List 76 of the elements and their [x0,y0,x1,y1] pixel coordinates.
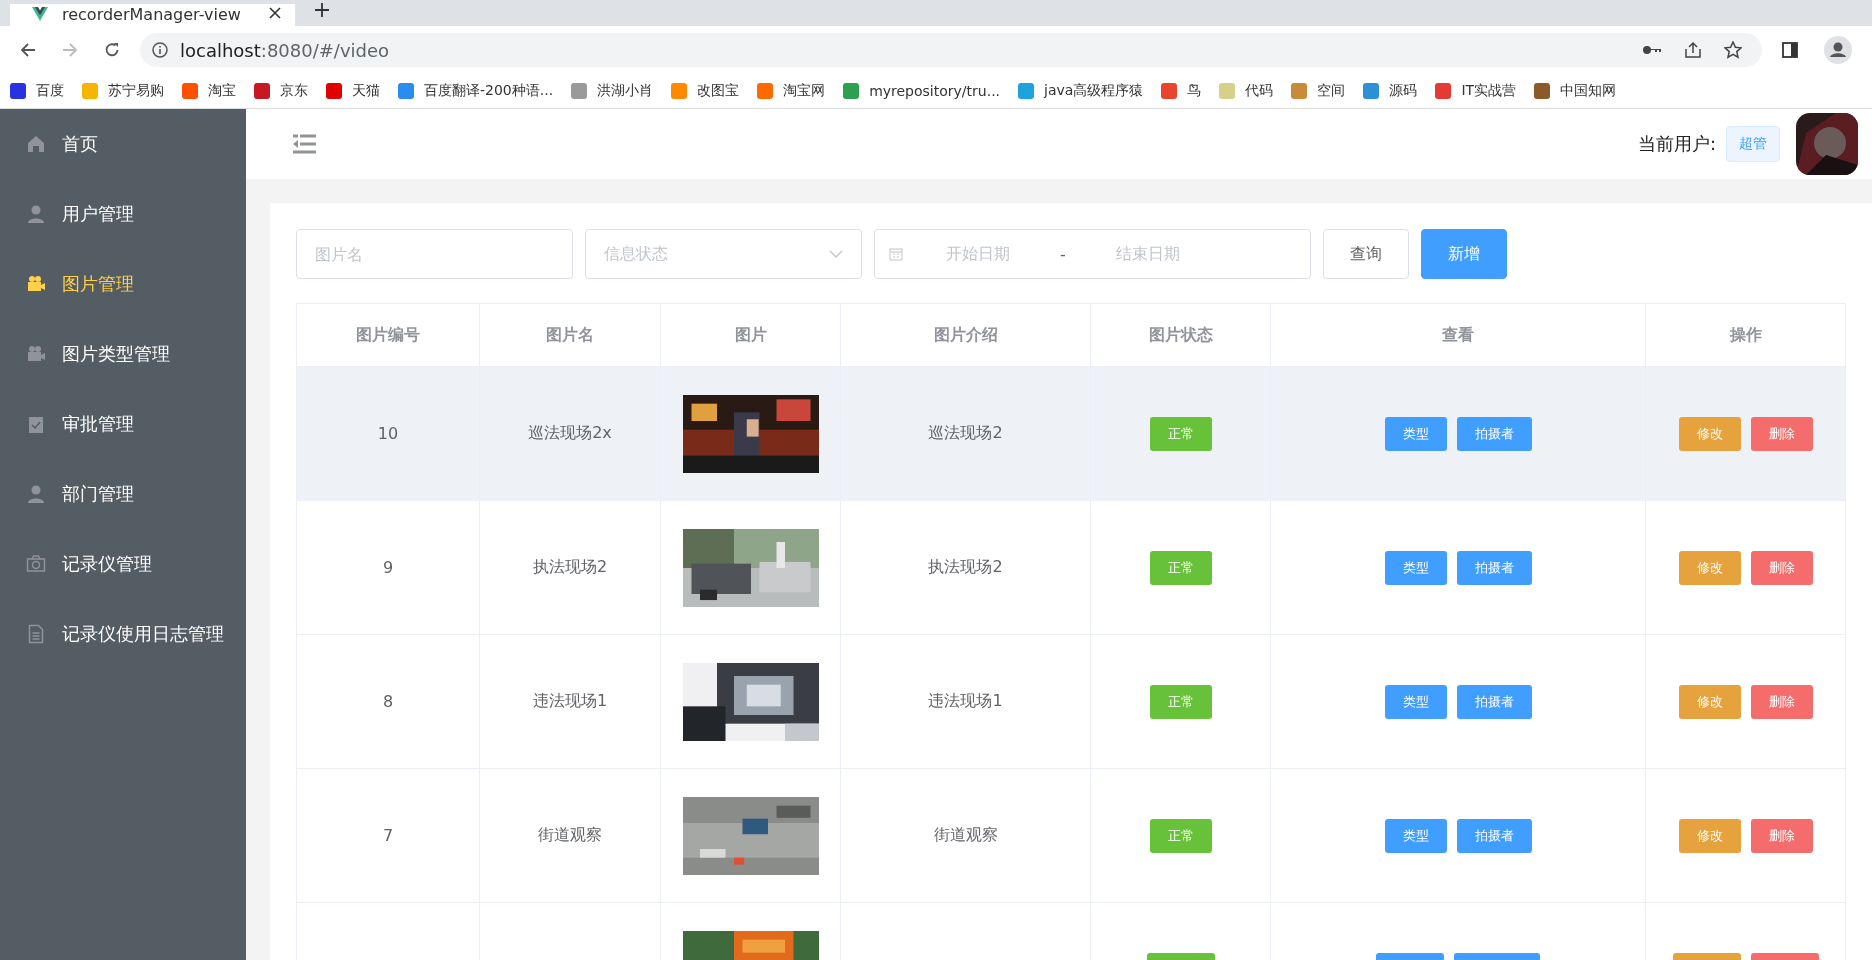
address-bar[interactable]: localhost:8080/#/video [140,33,1762,67]
table-cell: 10 [377,424,399,443]
close-icon[interactable] [269,7,281,19]
menu-icon[interactable] [292,134,316,154]
bookmark-item[interactable]: 京东 [254,82,308,100]
document-icon [26,624,46,644]
bookmark-item[interactable]: 洪湖小肖 [571,82,654,100]
bookmark-item[interactable]: 淘宝 [182,82,236,100]
bookmark-item[interactable]: 天猫 [326,82,380,100]
photo-icon [26,554,46,574]
table-cell: 违法现场1 [532,691,608,710]
home-icon [26,134,46,154]
menu-item[interactable]: 用户管理 [0,179,246,249]
back-icon[interactable] [20,42,36,58]
bookmark-item[interactable]: 改图宝 [671,82,740,100]
bookmark-item[interactable]: myrepository/tru... [843,83,1001,99]
camera-icon [26,274,46,294]
chevron-down-icon [829,250,843,258]
menu-item[interactable]: 审批管理 [0,389,246,459]
vue-logo-icon [32,7,48,21]
avatar[interactable] [1796,113,1858,175]
clipboard-icon [26,414,46,434]
table-cell: 7 [382,826,394,845]
star-icon[interactable] [1724,41,1742,59]
picture-name-field[interactable]: 图片名 [296,229,573,279]
column-header: 图片状态 [1090,303,1271,367]
menu-item[interactable]: 记录仪管理 [0,529,246,599]
menu-item[interactable]: 图片类型管理 [0,319,246,389]
column-header: 图片 [660,303,841,367]
column-header: 图片介绍 [840,303,1091,367]
key-icon[interactable] [1642,44,1662,56]
menu-item[interactable]: 图片管理 [0,249,246,319]
menu-item[interactable]: 首页 [0,109,246,179]
bookmark-item[interactable]: java高级程序猿 [1018,82,1144,100]
column-header: 操作 [1645,303,1846,367]
column-header: 图片名 [479,303,661,367]
bookmark-item[interactable]: 代码 [1219,82,1274,100]
tab-title: recorderManager-view [62,6,242,24]
user-label: 当前用户: [1637,132,1716,156]
menu-item[interactable]: 部门管理 [0,459,246,529]
share-icon[interactable] [1684,41,1702,59]
calendar-icon [889,247,903,261]
bookmark-item[interactable]: 苏宁易购 [82,82,164,100]
table-cell: 巡法现场2 [928,423,1003,442]
table-cell: 9 [382,558,394,577]
table-cell: 街道观察 [538,825,602,844]
table-cell: 8 [382,692,394,711]
bookmark-item[interactable]: 源码 [1363,82,1418,100]
info-icon [152,42,168,58]
profile-icon[interactable] [1824,36,1852,64]
query-button[interactable]: 查询 [1323,229,1409,279]
column-header: 图片编号 [296,303,480,367]
role-tag: 超管 [1726,126,1780,162]
side-panel-icon[interactable] [1782,42,1798,58]
table-cell: 巡法现场2x [528,423,612,442]
user-icon [26,204,46,224]
user-icon [26,484,46,504]
bookmark-item[interactable]: 淘宝网 [757,82,826,100]
reload-icon[interactable] [104,42,120,58]
column-header: 查看 [1270,303,1646,367]
bookmark-item[interactable]: 鸟 [1161,82,1202,100]
date-range-field[interactable]: 开始日期 - 结束日期 [874,229,1311,279]
menu-item[interactable]: 记录仪使用日志管理 [0,599,246,669]
new-tab-icon[interactable] [315,3,329,17]
table-cell: 执法现场2 [928,557,1003,576]
url-text: localhost:8080/#/video [180,39,390,61]
browser-tab[interactable]: recorderManager-view [10,4,295,26]
table-cell: 执法现场2 [532,557,608,576]
bookmark-item[interactable]: 中国知网 [1534,82,1617,100]
bookmark-item[interactable]: 空间 [1291,82,1346,100]
table-cell: 违法现场1 [928,691,1003,710]
table-cell: 街道观察 [933,825,998,844]
bookmark-item[interactable]: IT实战营 [1435,82,1517,100]
camera-icon [26,344,46,364]
bookmark-item[interactable]: 百度 [10,82,64,100]
bookmark-item[interactable]: 百度翻译-200种语... [398,82,554,100]
